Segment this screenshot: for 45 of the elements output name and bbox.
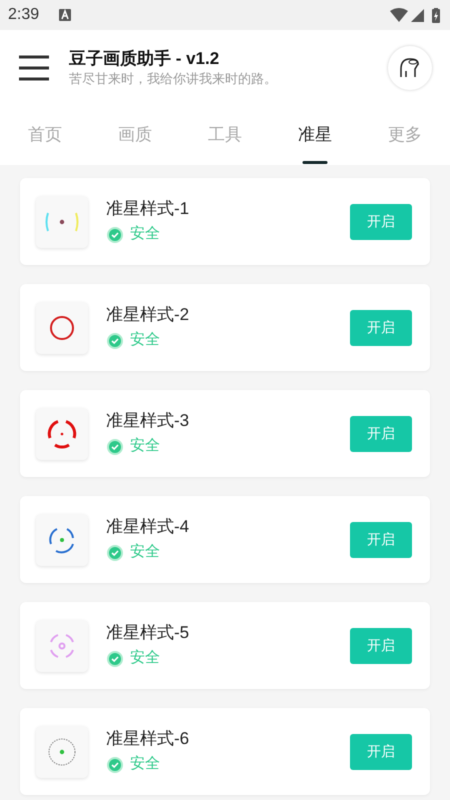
tab-indicator (302, 161, 328, 164)
verified-icon (106, 438, 124, 456)
crosshair-icon (36, 196, 88, 248)
safe-label: 安全 (130, 542, 160, 562)
item-title: 准星样式-3 (106, 410, 190, 432)
status-time: 2:39 (8, 5, 40, 25)
avatar[interactable] (388, 46, 432, 90)
item-title: 准星样式-2 (106, 304, 190, 326)
battery-icon (432, 8, 440, 22)
crosshair-icon (36, 726, 88, 778)
enable-button[interactable]: 开启 (350, 204, 412, 240)
wifi-icon (390, 8, 408, 22)
verified-icon (106, 650, 124, 668)
safe-label: 安全 (130, 754, 160, 774)
signal-icon (411, 8, 424, 22)
tab[interactable]: 首页 (0, 105, 90, 165)
enable-button[interactable]: 开启 (350, 628, 412, 664)
item-title: 准星样式-5 (106, 622, 190, 644)
verified-icon (106, 756, 124, 774)
enable-button[interactable]: 开启 (350, 310, 412, 346)
crosshair-icon (36, 408, 88, 460)
crosshair-icon (36, 302, 88, 354)
enable-button[interactable]: 开启 (350, 416, 412, 452)
tab[interactable]: 准星 (270, 105, 360, 165)
app-title: 豆子画质助手 - v1.2 (69, 48, 220, 70)
tab[interactable]: 画质 (90, 105, 180, 165)
crosshair-icon (36, 620, 88, 672)
crosshair-icon (36, 514, 88, 566)
safe-label: 安全 (130, 330, 160, 350)
item-title: 准星样式-4 (106, 516, 190, 538)
notification-icon (59, 9, 72, 21)
safe-label: 安全 (130, 224, 160, 244)
verified-icon (106, 332, 124, 350)
verified-icon (106, 544, 124, 562)
item-title: 准星样式-1 (106, 198, 190, 220)
enable-button[interactable]: 开启 (350, 522, 412, 558)
item-title: 准星样式-6 (106, 728, 190, 750)
enable-button[interactable]: 开启 (350, 734, 412, 770)
tab[interactable]: 工具 (180, 105, 270, 165)
app-subtitle: 苦尽甘来时，我给你讲我来时的路。 (69, 70, 278, 88)
safe-label: 安全 (130, 436, 160, 456)
verified-icon (106, 226, 124, 244)
safe-label: 安全 (130, 648, 160, 668)
tab[interactable]: 更多 (360, 105, 450, 165)
menu-icon[interactable] (18, 54, 50, 80)
